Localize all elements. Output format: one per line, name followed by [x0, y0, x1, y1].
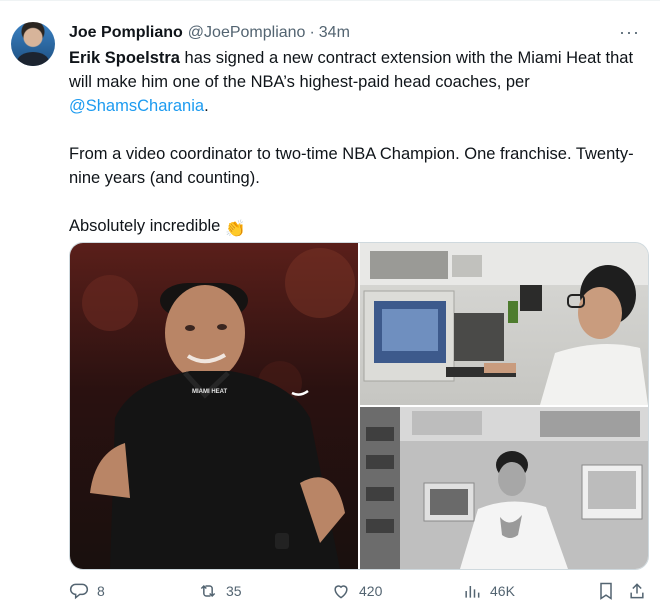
views-icon	[465, 586, 480, 598]
action-bar: 8 35 420 46K	[69, 581, 649, 607]
tweet-paragraph-3: Absolutely incredible 👏	[69, 214, 644, 241]
media-grid[interactable]: MIAMI HEAT	[69, 242, 649, 570]
photo-video-coordinator[interactable]	[360, 243, 648, 405]
tweet[interactable]: Joe Pompliano @JoePompliano · 34m ··· Er…	[0, 0, 660, 611]
tweet-paragraph-1: Erik Spoelstra has signed a new contract…	[69, 46, 644, 118]
timestamp[interactable]: 34m	[319, 24, 350, 42]
share-button[interactable]	[627, 581, 647, 601]
tweet-text: Erik Spoelstra has signed a new contract…	[69, 46, 644, 241]
avatar-shoulders	[17, 52, 49, 66]
share-icon	[630, 583, 644, 599]
retweet-icon	[200, 584, 216, 598]
more-icon[interactable]: ···	[619, 22, 640, 43]
photo-early-career[interactable]	[360, 407, 648, 569]
avatar[interactable]	[11, 22, 55, 66]
retweet-count: 35	[226, 583, 242, 599]
coach-illustration: MIAMI HEAT	[82, 248, 355, 569]
views-button[interactable]: 46K	[462, 581, 515, 601]
clapping-hands-emoji: 👏	[224, 220, 246, 238]
jersey-logo: MIAMI HEAT	[192, 389, 228, 395]
reply-button[interactable]: 8	[69, 581, 105, 601]
author-handle[interactable]: @JoePompliano	[188, 24, 306, 42]
reply-count: 8	[97, 583, 105, 599]
author-name[interactable]: Joe Pompliano	[69, 24, 183, 42]
tweet-paragraph-2: From a video coordinator to two-time NBA…	[69, 145, 634, 187]
early-office-illustration	[360, 407, 648, 569]
tweet-header: Joe Pompliano @JoePompliano · 34m ···	[69, 22, 640, 44]
like-button[interactable]: 420	[331, 581, 382, 601]
views-count: 46K	[490, 583, 515, 599]
retweet-button[interactable]: 35	[198, 581, 242, 601]
reply-icon	[69, 583, 89, 600]
text-incredible: Absolutely incredible	[69, 217, 221, 235]
separator-dot: ·	[309, 24, 315, 41]
bookmark-button[interactable]	[596, 581, 616, 601]
bold-name: Erik Spoelstra	[69, 49, 180, 67]
bookmark-icon	[600, 582, 612, 600]
mention-end: .	[204, 97, 209, 115]
photo-coach-sideline[interactable]: MIAMI HEAT	[70, 243, 358, 569]
mention-link[interactable]: @ShamsCharania	[69, 97, 204, 115]
office-illustration	[360, 243, 648, 405]
like-count: 420	[359, 583, 383, 599]
like-icon	[334, 585, 348, 599]
